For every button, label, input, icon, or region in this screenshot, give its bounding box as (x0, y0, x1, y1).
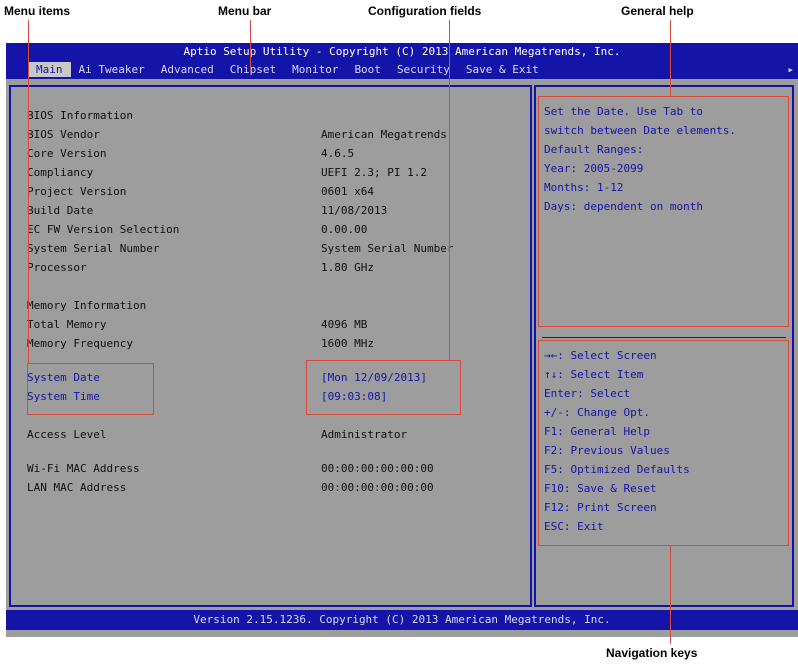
main-panel: BIOS Information BIOS Vendor American Me… (9, 85, 532, 607)
menu-main[interactable]: Main (28, 62, 71, 77)
callout-general-help: General help (621, 4, 694, 18)
bios-title-bar: Aptio Setup Utility - Copyright (C) 2013… (6, 43, 798, 60)
menu-chipset[interactable]: Chipset (222, 62, 284, 77)
row-label-system-serial-number: System Serial Number (27, 242, 160, 255)
menu-scroll-indicator: ▸ (787, 63, 794, 76)
highlight-configuration-fields (306, 360, 461, 415)
row-value-system-serial-number: System Serial Number (321, 242, 454, 255)
callout-menu-bar: Menu bar (218, 4, 272, 18)
row-label-ec-fw-version: EC FW Version Selection (27, 223, 180, 236)
row-label-total-memory: Total Memory (27, 318, 107, 331)
row-label-bios-vendor: BIOS Vendor (27, 128, 100, 141)
row-label-core-version: Core Version (27, 147, 107, 160)
leader-configuration-fields (449, 20, 450, 361)
callout-configuration-fields: Configuration fields (368, 4, 482, 18)
row-label-compliancy: Compliancy (27, 166, 94, 179)
row-label-access-level: Access Level (27, 428, 107, 441)
menu-monitor[interactable]: Monitor (284, 62, 346, 77)
row-value-wifi-mac: 00:00:00:00:00:00 (321, 462, 434, 475)
row-label-processor: Processor (27, 261, 87, 274)
row-value-bios-vendor: American Megatrends (321, 128, 447, 141)
row-label-memory-frequency: Memory Frequency (27, 337, 133, 350)
row-value-access-level: Administrator (321, 428, 408, 441)
leader-menu-bar (250, 20, 251, 70)
row-label-build-date: Build Date (27, 204, 94, 217)
menu-ai-tweaker[interactable]: Ai Tweaker (71, 62, 153, 77)
leader-navigation-keys (670, 546, 671, 644)
callout-navigation-keys: Navigation keys (606, 646, 698, 660)
menu-boot[interactable]: Boot (346, 62, 389, 77)
highlight-general-help (538, 96, 789, 327)
menu-security[interactable]: Security (389, 62, 458, 77)
menu-bar: Main Ai Tweaker Advanced Chipset Monitor… (6, 60, 798, 79)
help-divider (542, 337, 786, 338)
row-label-bios-information: BIOS Information (27, 109, 133, 122)
row-value-ec-fw-version: 0.00.00 (321, 223, 368, 236)
menu-save-exit[interactable]: Save & Exit (458, 62, 547, 77)
row-value-total-memory: 4096 MB (321, 318, 368, 331)
row-value-memory-frequency: 1600 MHz (321, 337, 374, 350)
row-label-wifi-mac: Wi-Fi MAC Address (27, 462, 140, 475)
row-value-build-date: 11/08/2013 (321, 204, 388, 217)
row-label-memory-information: Memory Information (27, 299, 147, 312)
row-value-core-version: 4.6.5 (321, 147, 355, 160)
leader-general-help (670, 20, 671, 97)
row-value-processor: 1.80 GHz (321, 261, 374, 274)
leader-menu-items (28, 20, 29, 364)
callout-menu-items: Menu items (4, 4, 71, 18)
row-value-compliancy: UEFI 2.3; PI 1.2 (321, 166, 427, 179)
highlight-navigation-keys (538, 340, 789, 546)
row-value-project-version: 0601 x64 (321, 185, 374, 198)
highlight-menu-items (27, 363, 154, 415)
bios-status-bar: Version 2.15.1236. Copyright (C) 2013 Am… (6, 610, 798, 630)
menu-advanced[interactable]: Advanced (153, 62, 222, 77)
row-label-lan-mac: LAN MAC Address (27, 481, 127, 494)
row-label-project-version: Project Version (27, 185, 127, 198)
row-value-lan-mac: 00:00:00:00:00:00 (321, 481, 434, 494)
